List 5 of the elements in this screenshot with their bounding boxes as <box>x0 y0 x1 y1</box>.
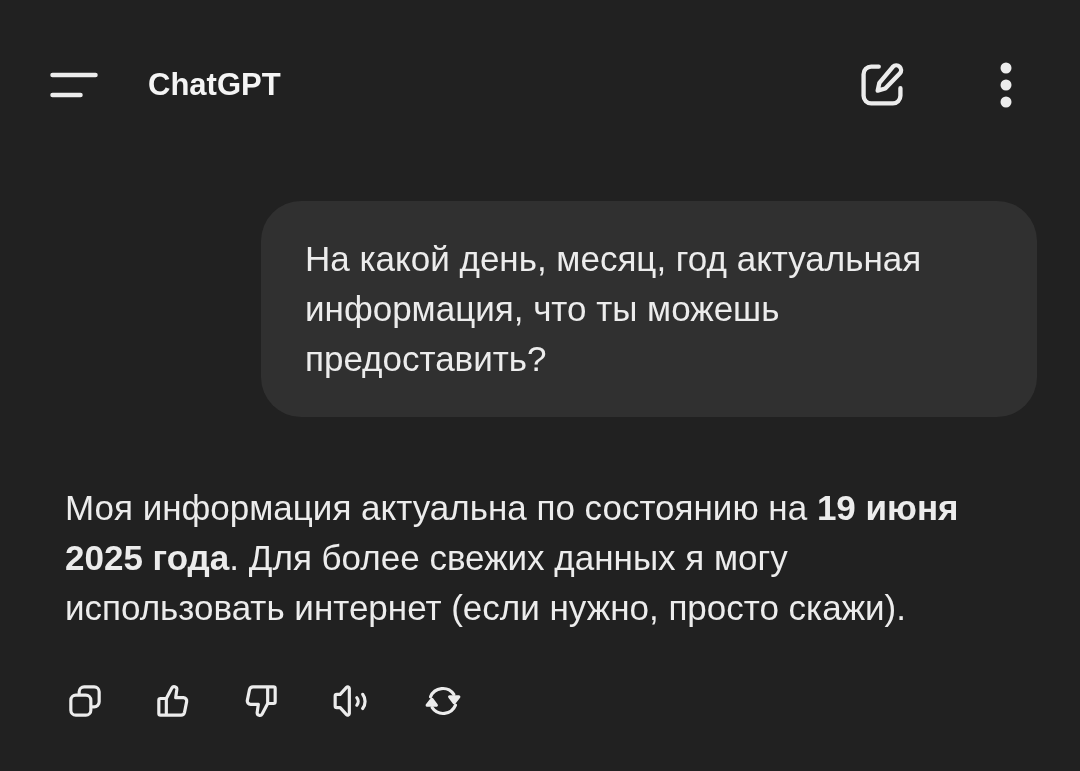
message-text: На какой день, месяц, год актуальная информация, что ты можешь предоставить? <box>305 238 923 380</box>
menu-icon[interactable] <box>50 72 98 98</box>
app-title: ChatGPT <box>148 67 282 103</box>
message-text: Моя информация актуальна по состоянию на 19 июня 2025 года. Для более свежих данных я могу использовать интернет (если нужно, просто скажи). <box>65 487 960 629</box>
more-options-icon[interactable] <box>999 61 1013 109</box>
